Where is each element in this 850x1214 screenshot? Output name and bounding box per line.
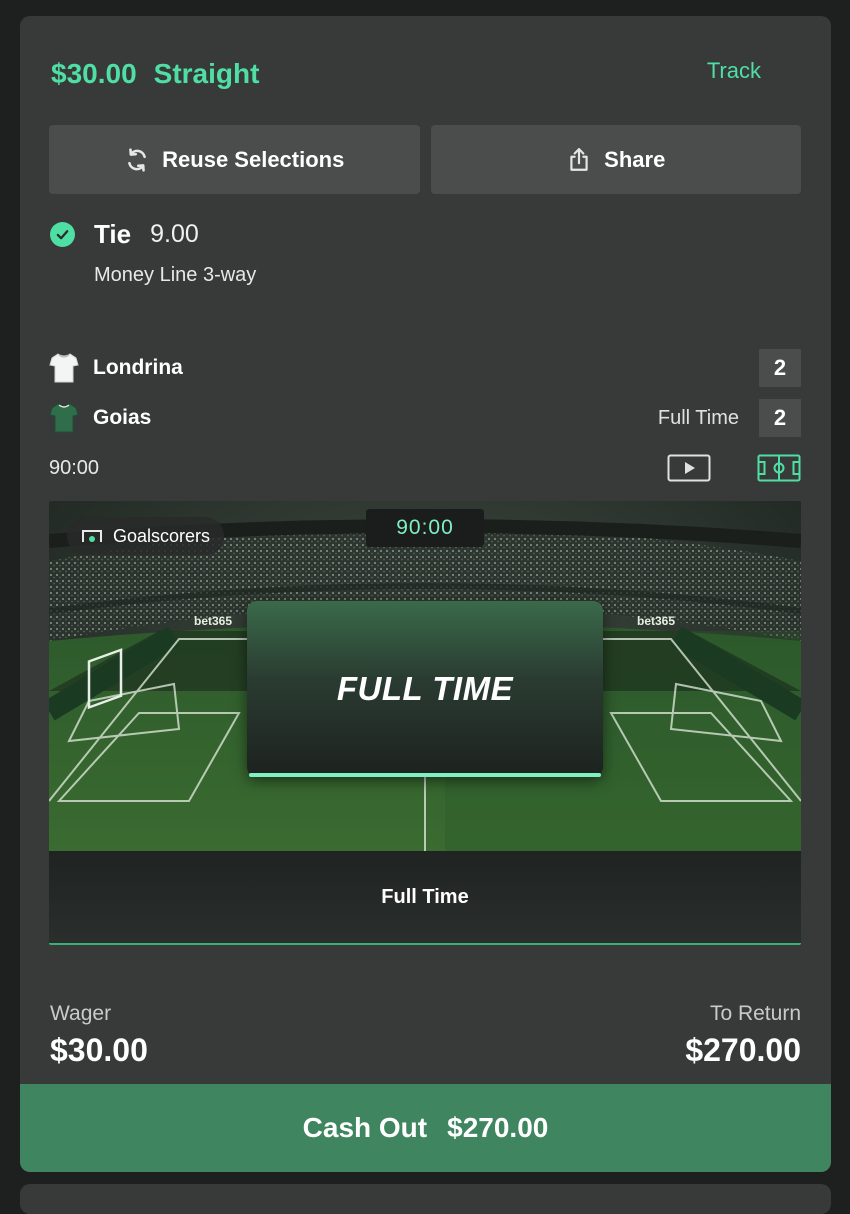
market-name: Money Line 3-way	[94, 264, 257, 286]
share-button[interactable]: Share	[430, 125, 801, 194]
away-team-row: Goias Full Time 2	[49, 399, 801, 437]
wager-label: Wager	[50, 1002, 112, 1025]
return-amount: $270.00	[685, 1032, 801, 1068]
video-play-icon[interactable]	[667, 454, 711, 482]
svg-text:bet365: bet365	[194, 614, 232, 628]
svg-text:bet365: bet365	[637, 614, 675, 628]
refresh-icon	[128, 147, 147, 172]
bet-stake: $30.00	[51, 58, 137, 89]
bet-actions: Reuse Selections Share	[49, 125, 801, 194]
wager-block: Wager $30.00	[50, 1002, 148, 1069]
match-status: Full Time	[657, 406, 739, 429]
reuse-selections-label: Reuse Selections	[162, 146, 345, 172]
visualization-clock: 90:00	[366, 509, 484, 547]
return-label: To Return	[709, 1002, 801, 1025]
cash-out-amount: $270.00	[447, 1112, 549, 1143]
home-team-name: Londrina	[93, 356, 183, 379]
match-info-row: 90:00	[49, 452, 801, 484]
home-shirt-icon	[49, 353, 79, 383]
away-shirt-icon	[49, 403, 79, 433]
match-visualization[interactable]: bet365 bet365 Goalscorers 90:00 FULL TIM…	[49, 501, 801, 945]
match-clock: 90:00	[49, 456, 100, 479]
bet-card: $30.00 Straight Track Reuse Selections S…	[20, 16, 831, 1172]
bet-type: Straight	[153, 58, 260, 89]
full-time-banner: Full Time	[49, 851, 801, 945]
won-check-icon	[50, 221, 75, 247]
away-score: 2	[759, 399, 801, 437]
selection-name: Tie	[94, 218, 132, 249]
selection-odds: 9.00	[150, 219, 199, 248]
share-icon	[570, 147, 588, 171]
goalscorers-chip[interactable]: Goalscorers	[67, 517, 225, 555]
goal-net-icon	[82, 530, 102, 542]
cash-out-label: Cash Out	[302, 1112, 428, 1143]
share-label: Share	[604, 146, 666, 172]
home-team-row: Londrina 2	[49, 349, 801, 387]
full-time-title: FULL TIME	[336, 670, 514, 707]
track-link[interactable]: Track	[707, 58, 761, 84]
selection-summary: Tie 9.00 Money Line 3-way	[50, 219, 802, 287]
return-block: To Return $270.00	[685, 1002, 801, 1069]
away-team-name: Goias	[93, 406, 152, 429]
pitch-view-icon[interactable]	[757, 454, 801, 482]
scoreboard: Londrina 2 Goias Full Time 2	[49, 349, 801, 449]
reuse-selections-button[interactable]: Reuse Selections	[49, 125, 420, 194]
full-time-overlay: FULL TIME	[247, 601, 603, 777]
next-bet-card	[20, 1184, 831, 1214]
home-score: 2	[759, 349, 801, 387]
wager-amount: $30.00	[50, 1032, 148, 1068]
goalscorers-label: Goalscorers	[113, 525, 211, 546]
bet-header: $30.00 Straight	[51, 56, 259, 92]
cash-out-button[interactable]: Cash Out $270.00	[20, 1084, 831, 1172]
